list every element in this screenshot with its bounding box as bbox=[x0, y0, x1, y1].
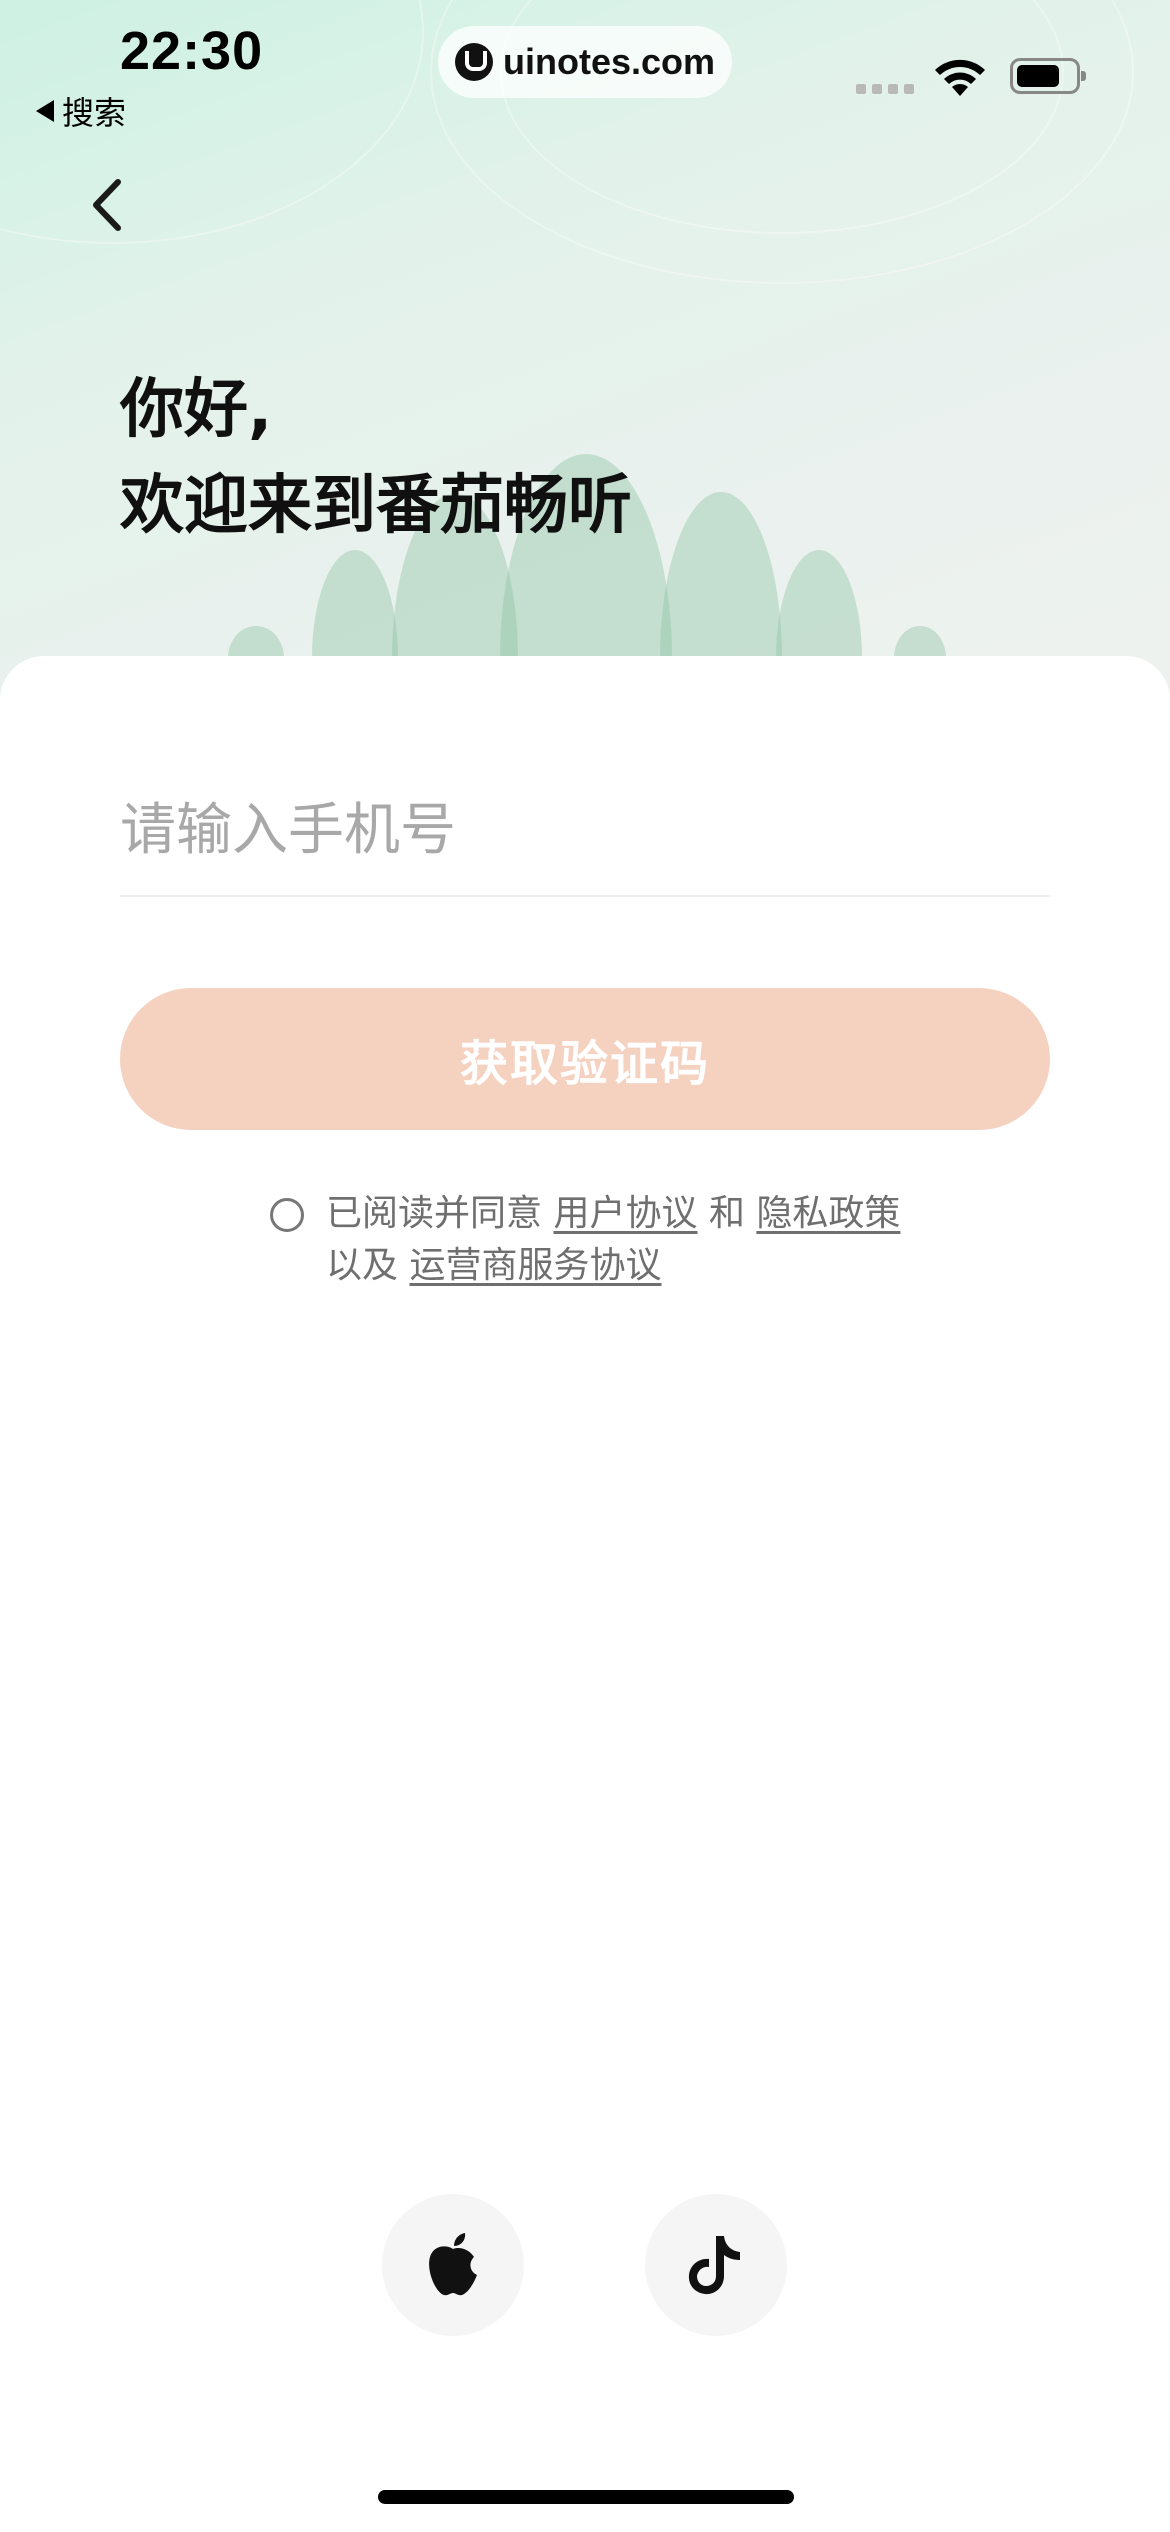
login-card bbox=[0, 656, 1170, 2532]
agreement-line-1: 已阅读并同意 用户协议 和 隐私政策 bbox=[326, 1188, 900, 1240]
agreement-also: 以及 bbox=[326, 1245, 399, 1286]
douyin-login-button[interactable] bbox=[645, 2194, 787, 2336]
back-to-app-link[interactable]: 搜索 bbox=[36, 88, 126, 134]
home-indicator[interactable] bbox=[378, 2490, 794, 2504]
carrier-agreement-link[interactable]: 运营商服务协议 bbox=[409, 1245, 661, 1286]
battery-icon bbox=[1010, 58, 1086, 94]
back-triangle-icon bbox=[36, 100, 54, 122]
hill-decoration bbox=[660, 492, 782, 658]
agreement-prefix: 已阅读并同意 bbox=[326, 1193, 543, 1234]
greeting-line-2: 欢迎来到番茄畅听 bbox=[120, 469, 632, 543]
input-underline bbox=[120, 895, 1050, 897]
greeting-title: 你好, 欢迎来到番茄畅听 bbox=[120, 362, 632, 554]
back-to-app-label: 搜索 bbox=[62, 94, 127, 132]
cellular-signal-icon bbox=[856, 84, 914, 94]
greeting-line-1: 你好, bbox=[120, 373, 273, 447]
hill-decoration bbox=[894, 626, 946, 658]
agreement-line-2: 以及 运营商服务协议 bbox=[326, 1240, 661, 1292]
douyin-icon bbox=[688, 2236, 740, 2295]
wifi-icon bbox=[935, 59, 985, 96]
apple-login-button[interactable] bbox=[382, 2194, 524, 2336]
user-agreement-link[interactable]: 用户协议 bbox=[553, 1193, 697, 1234]
phone-number-input[interactable] bbox=[120, 780, 1050, 880]
hill-decoration bbox=[776, 550, 862, 658]
get-verification-code-button[interactable]: 获取验证码 bbox=[120, 988, 1050, 1130]
hill-decoration bbox=[228, 626, 284, 658]
uinotes-logo-icon bbox=[454, 43, 493, 81]
url-badge: uinotes.com bbox=[438, 26, 732, 98]
url-text: uinotes.com bbox=[502, 41, 716, 82]
agreement-and: 和 bbox=[708, 1193, 745, 1234]
status-time: 22:30 bbox=[120, 21, 264, 81]
agreement-checkbox[interactable] bbox=[270, 1198, 304, 1232]
apple-icon bbox=[429, 2233, 477, 2296]
privacy-policy-link[interactable]: 隐私政策 bbox=[756, 1193, 900, 1234]
back-arrow-icon[interactable] bbox=[80, 170, 140, 240]
hill-decoration bbox=[312, 550, 398, 658]
header-background bbox=[0, 0, 1170, 700]
